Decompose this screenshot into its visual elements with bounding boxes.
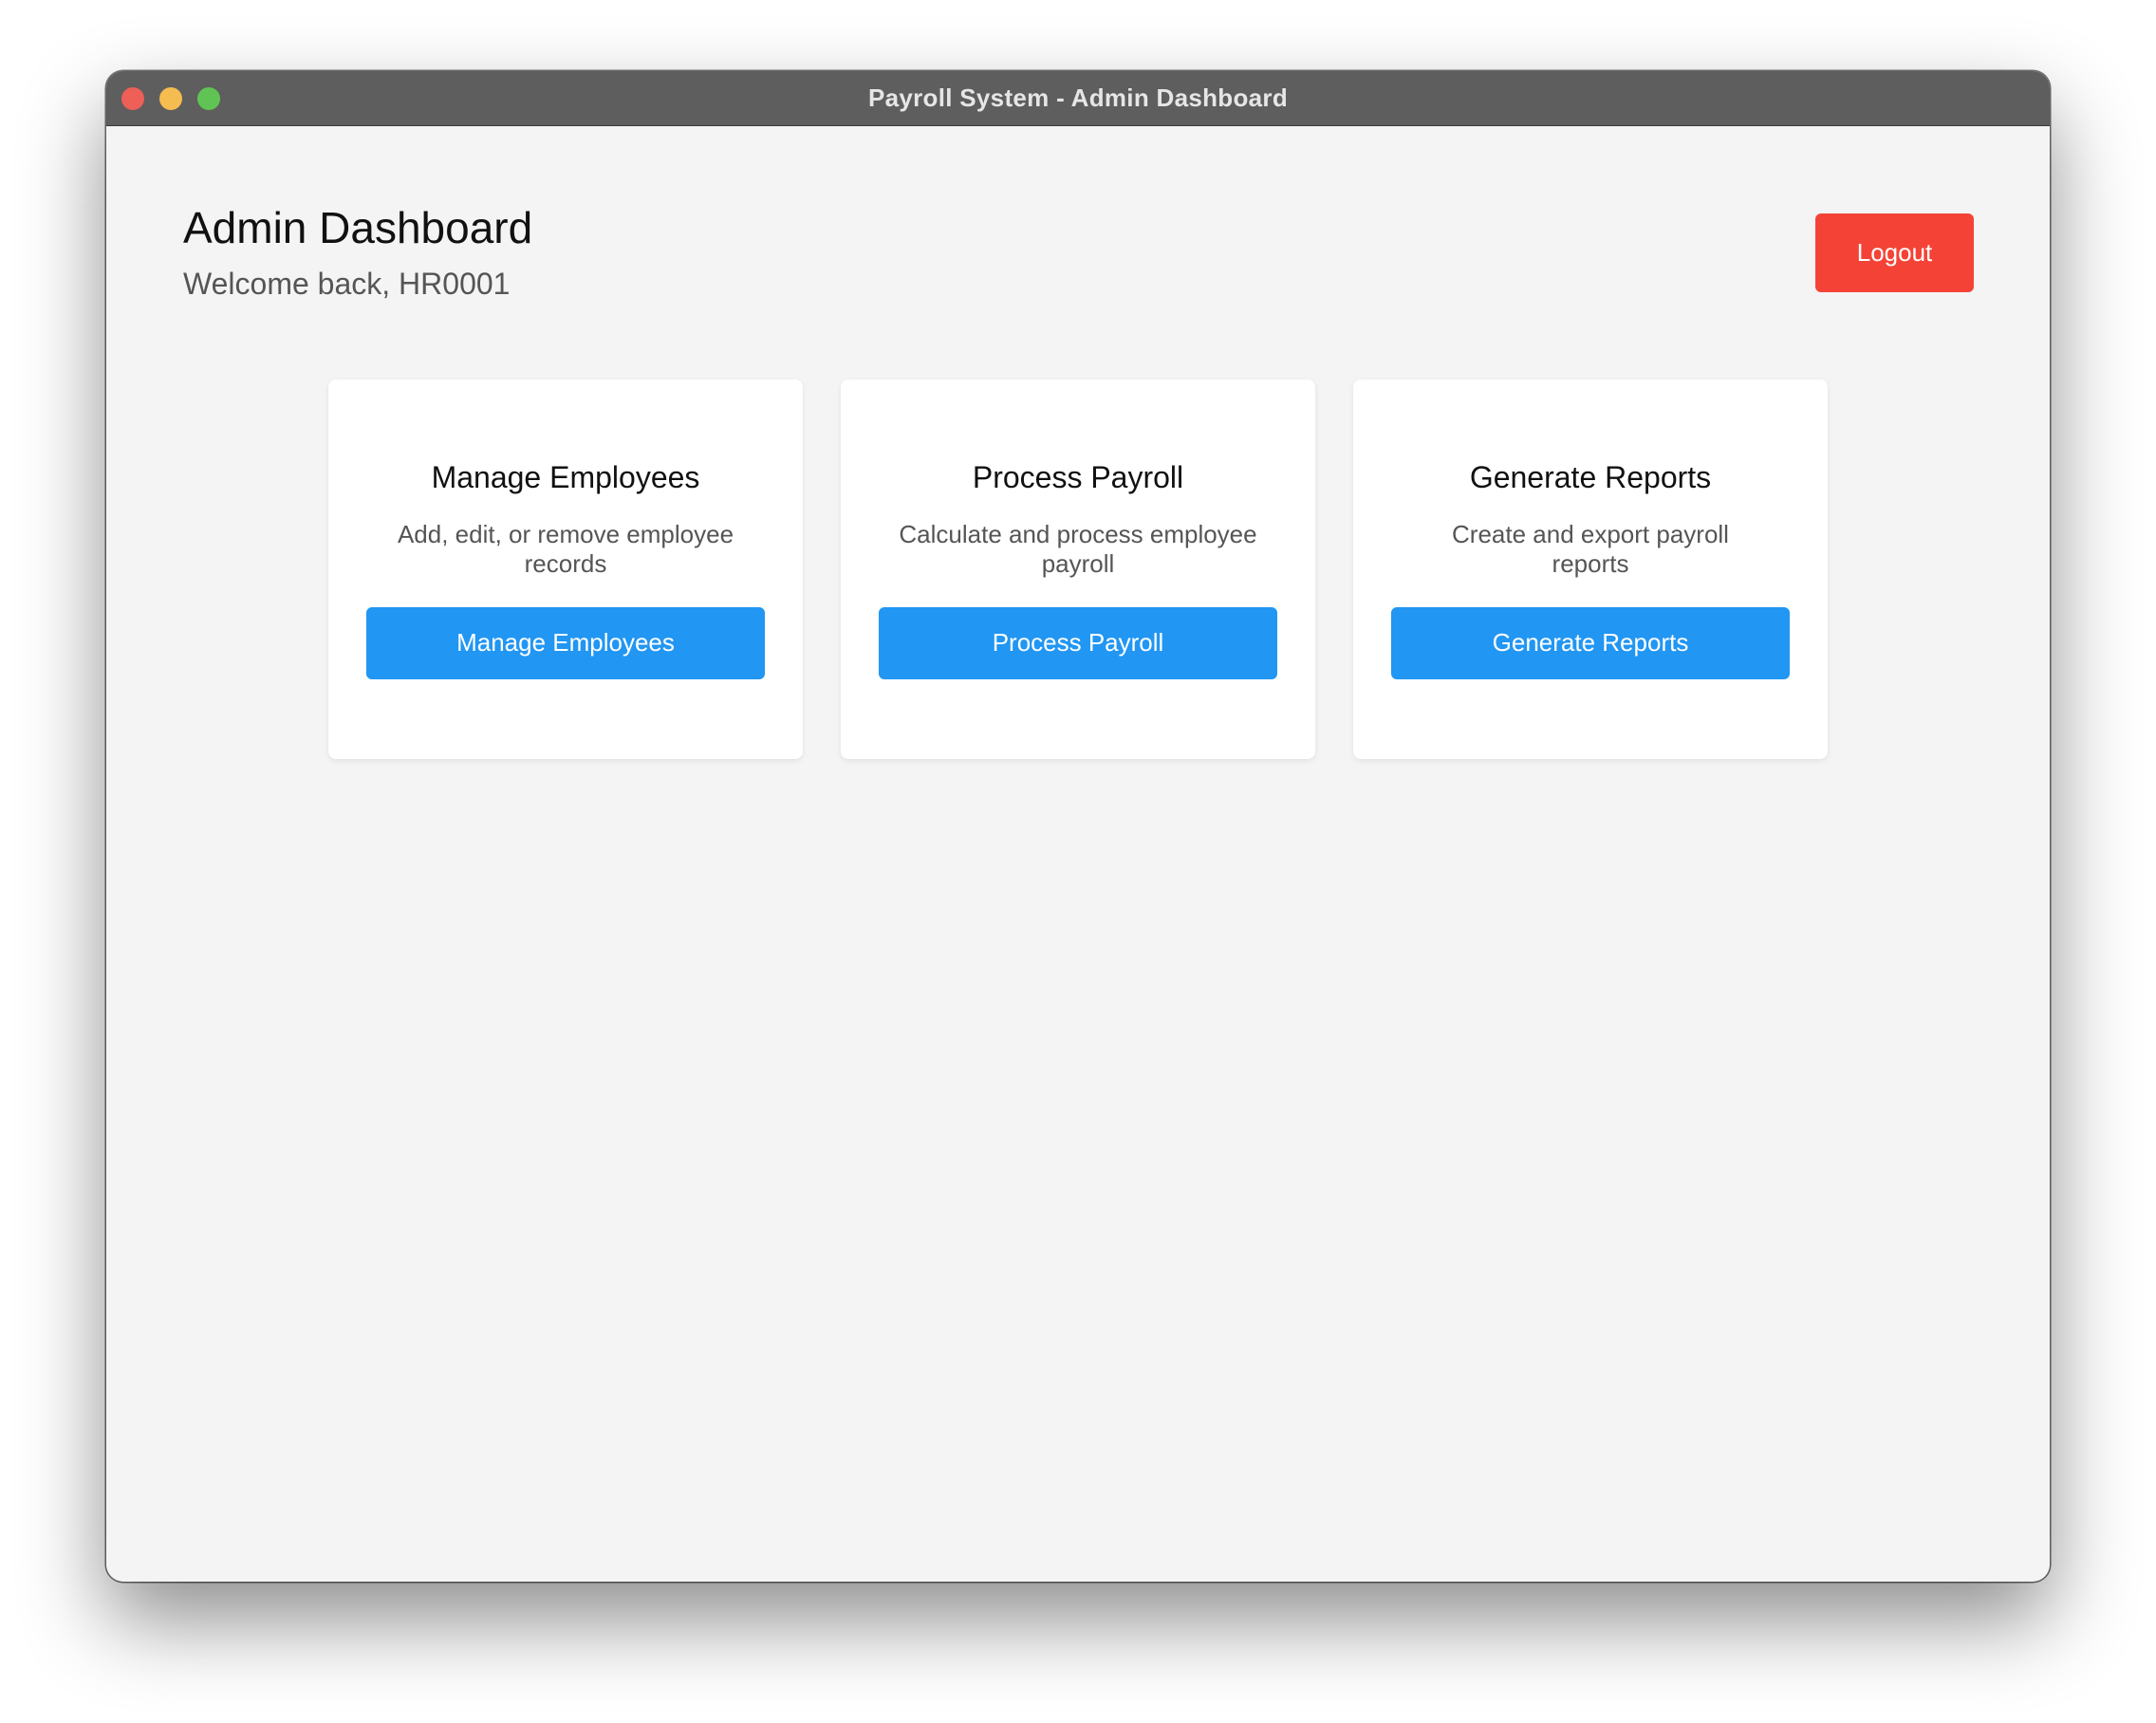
card-title: Process Payroll <box>972 459 1184 494</box>
app-window: Payroll System - Admin Dashboard Admin D… <box>106 71 2050 1582</box>
generate-reports-button[interactable]: Generate Reports <box>1391 606 1790 679</box>
card-title: Manage Employees <box>431 459 700 494</box>
card-title: Generate Reports <box>1469 459 1712 494</box>
generate-reports-card: Generate Reports Create and export payro… <box>1353 380 1828 759</box>
welcome-message: Welcome back, HR0001 <box>183 267 511 301</box>
dashboard-content: Admin Dashboard Welcome back, HR0001 Log… <box>106 126 2050 1582</box>
manage-employees-button[interactable]: Manage Employees <box>366 606 765 679</box>
window-title: Payroll System - Admin Dashboard <box>867 83 1289 112</box>
card-description: Calculate and process employee payroll <box>899 519 1257 578</box>
page-title: Admin Dashboard <box>183 203 533 252</box>
card-description: Create and export payroll reports <box>1452 519 1729 578</box>
card-description: Add, edit, or remove employee records <box>397 519 734 578</box>
process-payroll-button[interactable]: Process Payroll <box>879 606 1277 679</box>
title-bar[interactable]: Payroll System - Admin Dashboard <box>106 71 2050 126</box>
manage-employees-card: Manage Employees Add, edit, or remove em… <box>328 380 803 759</box>
process-payroll-card: Process Payroll Calculate and process em… <box>841 380 1315 759</box>
logout-button[interactable]: Logout <box>1815 213 1974 292</box>
